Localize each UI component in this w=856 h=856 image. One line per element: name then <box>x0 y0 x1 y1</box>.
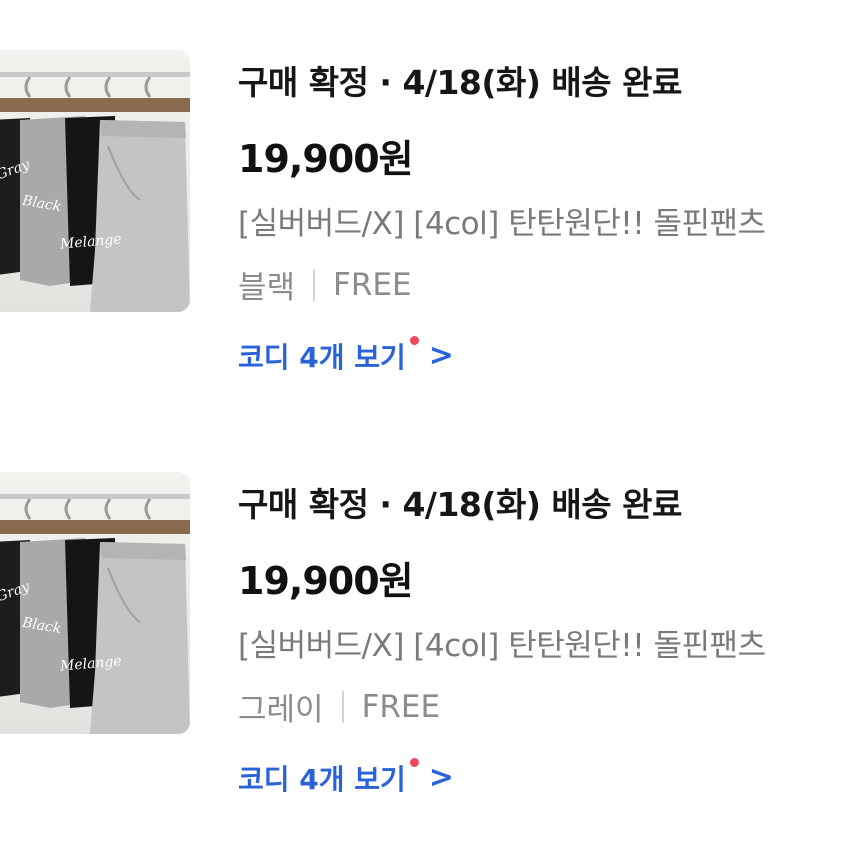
option-size: FREE <box>333 266 412 303</box>
product-options: 그레이 FREE <box>238 684 440 729</box>
view-coordi-label: 코디 4개 보기 <box>238 341 406 374</box>
notification-dot-icon <box>409 335 419 345</box>
order-item[interactable]: Gray Black Melange 구매 확정 · 4/18(화) 배송 완료… <box>0 472 856 796</box>
chevron-right-icon: > <box>428 760 454 795</box>
order-status: 구매 확정 · 4/18(화) 배송 완료 <box>238 63 682 102</box>
order-price: 19,900원 <box>238 137 414 181</box>
product-name[interactable]: [실버버드/X] [4col] 탄탄원단!! 돌핀팬츠 <box>238 620 848 665</box>
order-status: 구매 확정 · 4/18(화) 배송 완료 <box>238 485 682 524</box>
view-coordi-label: 코디 4개 보기 <box>238 763 406 796</box>
option-divider <box>313 268 316 301</box>
product-thumbnail[interactable]: Gray Black Melange <box>0 472 190 734</box>
product-thumbnail[interactable]: Gray Black Melange <box>0 50 190 312</box>
order-price: 19,900원 <box>238 559 414 603</box>
option-color: 블랙 <box>238 270 296 306</box>
view-coordi-link[interactable]: 코디 4개 보기 > <box>238 335 454 376</box>
option-size: FREE <box>361 688 441 725</box>
product-name[interactable]: [실버버드/X] [4col] 탄탄원단!! 돌핀팬츠 <box>238 198 848 243</box>
notification-dot-icon <box>409 757 419 767</box>
chevron-right-icon: > <box>428 338 454 373</box>
option-divider <box>341 690 344 723</box>
product-options: 블랙 FREE <box>238 262 412 307</box>
order-item[interactable]: Gray Black Melange 구매 확정 · 4/18(화) 배송 완료… <box>0 50 856 374</box>
option-color: 그레이 <box>238 692 324 728</box>
view-coordi-link[interactable]: 코디 4개 보기 > <box>238 757 454 798</box>
